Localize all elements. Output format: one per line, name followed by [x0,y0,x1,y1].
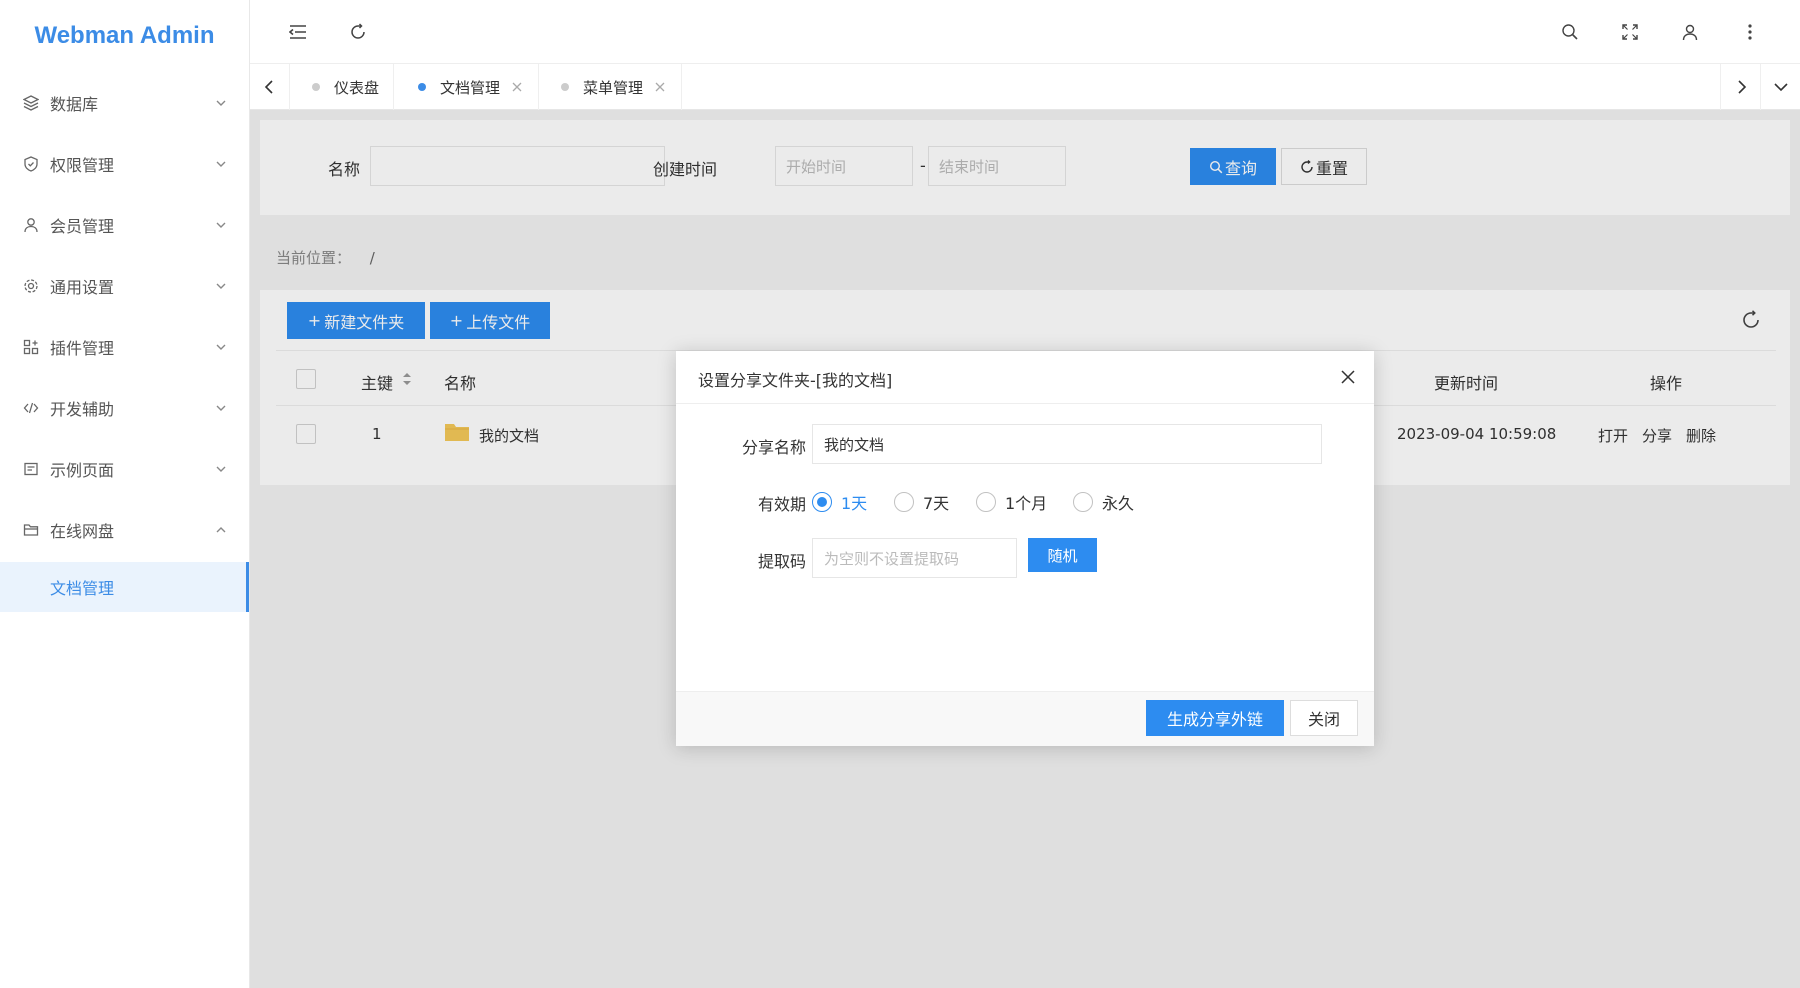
extraction-code-input[interactable]: 为空则不设置提取码 [812,538,1017,578]
tab-status-dot [312,83,320,91]
radio-circle [1073,492,1093,512]
app-logo: Webman Admin [34,22,215,49]
share-name-label: 分享名称 [741,438,806,457]
fullscreen-icon[interactable] [1618,20,1642,44]
radio-circle [894,492,914,512]
sidebar-item-dev-tools[interactable]: 开发辅助 [0,377,249,438]
tab-label: 仪表盘 [334,78,380,97]
close-icon[interactable] [1338,367,1358,387]
validity-option-1-day[interactable]: 1天 [812,490,867,514]
extraction-code-label: 提取码 [757,552,806,571]
chevron-down-icon[interactable] [1760,64,1800,110]
chevron-down-icon [215,280,227,292]
sidebar-item-permissions[interactable]: 权限管理 [0,133,249,194]
validity-option-1-month[interactable]: 1个月 [976,490,1047,514]
sidebar-item-label: 通用设置 [50,277,115,297]
tab-label: 文档管理 [440,78,501,97]
chevron-down-icon [215,463,227,475]
validity-option-permanent[interactable]: 永久 [1073,490,1134,514]
sidebar-item-database[interactable]: 数据库 [0,72,249,133]
tab-bar: 仪表盘 文档管理 菜单管理 [250,64,1800,110]
radio-label: 1天 [841,494,868,513]
tab-dashboard[interactable]: 仪表盘 [290,64,395,110]
tab-status-dot [561,83,569,91]
chevron-up-icon [215,524,227,536]
share-dialog: 设置分享文件夹-[我的文档] 分享名称 我的文档 有效期 1天 7天 1个月 永… [676,351,1374,746]
code-icon [22,399,40,417]
dialog-title: 设置分享文件夹-[我的文档] [698,371,893,390]
close-icon[interactable] [512,82,524,92]
folder-icon [22,521,40,539]
sidebar-item-label: 开发辅助 [50,399,115,419]
gear-icon [22,277,40,295]
chevron-down-icon [215,158,227,170]
page-icon [22,460,40,478]
grid-plus-icon [22,338,40,356]
dialog-footer: 生成分享外链 关闭 [676,691,1374,746]
radio-circle [976,492,996,512]
sidebar-item-label: 数据库 [50,94,99,114]
sidebar-subitem-label: 文档管理 [50,579,115,598]
radio-label: 7天 [923,494,950,513]
sidebar: Webman Admin 数据库 权限管理 会员管理 通用设置 插件管理 开发辅… [0,0,250,988]
validity-label: 有效期 [757,495,806,514]
generate-share-link-button[interactable]: 生成分享外链 [1146,700,1284,736]
search-icon[interactable] [1558,20,1582,44]
sidebar-item-plugins[interactable]: 插件管理 [0,316,249,377]
tab-status-dot [418,83,426,91]
sidebar-item-netdisk[interactable]: 在线网盘 [0,499,249,560]
chevron-down-icon [215,402,227,414]
top-header [250,0,1800,64]
random-code-button[interactable]: 随机 [1028,538,1097,572]
shield-icon [22,155,40,173]
dialog-divider [676,403,1374,404]
sidebar-item-label: 会员管理 [50,216,115,236]
chevron-down-icon [215,341,227,353]
database-icon [22,94,40,112]
user-icon[interactable] [1678,20,1702,44]
radio-circle [812,492,832,512]
menu-fold-icon[interactable] [286,20,310,44]
sidebar-item-settings[interactable]: 通用设置 [0,255,249,316]
chevron-left-icon[interactable] [250,64,290,110]
tab-docs[interactable]: 文档管理 [396,64,540,110]
refresh-icon[interactable] [346,20,370,44]
sidebar-item-label: 插件管理 [50,338,115,358]
user-icon [22,216,40,234]
chevron-down-icon [215,219,227,231]
chevron-right-icon[interactable] [1720,64,1760,110]
share-name-input[interactable]: 我的文档 [812,424,1322,464]
chevron-down-icon [215,97,227,109]
sidebar-item-label: 权限管理 [50,155,115,175]
tab-label: 菜单管理 [583,78,644,97]
sidebar-item-examples[interactable]: 示例页面 [0,438,249,499]
radio-label: 1个月 [1005,494,1048,513]
validity-option-7-days[interactable]: 7天 [894,490,949,514]
close-dialog-button[interactable]: 关闭 [1290,700,1358,736]
sidebar-item-members[interactable]: 会员管理 [0,194,249,255]
sidebar-subitem-docs[interactable]: 文档管理 [0,562,249,612]
close-icon[interactable] [655,82,667,92]
more-vertical-icon[interactable] [1738,20,1762,44]
tab-menu[interactable]: 菜单管理 [539,64,683,110]
sidebar-item-label: 示例页面 [50,460,115,480]
sidebar-item-label: 在线网盘 [50,521,115,541]
radio-label: 永久 [1102,494,1135,513]
